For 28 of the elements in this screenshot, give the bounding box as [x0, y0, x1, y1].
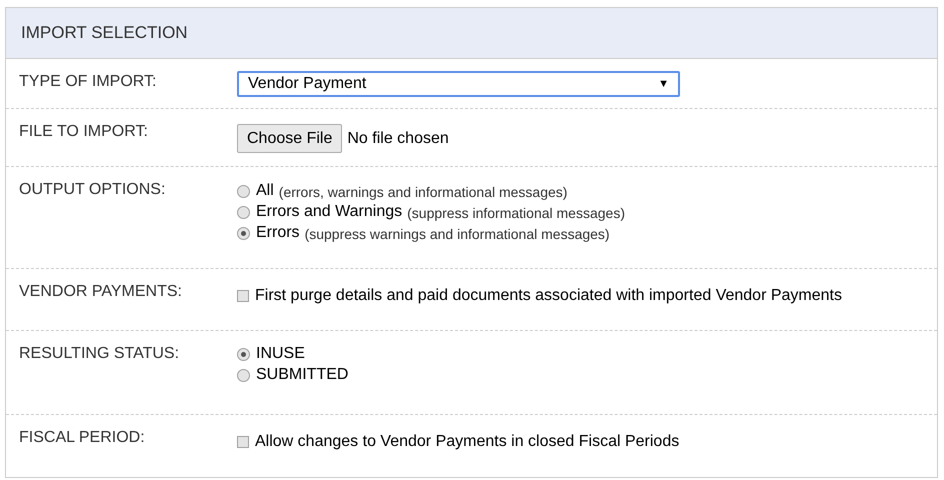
field-label: FILE TO IMPORT:: [19, 122, 149, 142]
type-dropdown[interactable]: Vendor Payment ▼: [237, 71, 680, 97]
checkbox-label: First purge details and paid documents associated with imported Vendor Payments: [255, 286, 842, 306]
radio-button[interactable]: [237, 206, 250, 219]
option-note: (suppress informational messages): [407, 204, 625, 223]
radio-button[interactable]: [237, 227, 250, 240]
option-label[interactable]: SUBMITTED: [256, 365, 348, 385]
checkbox[interactable]: [237, 290, 249, 302]
field-label: FISCAL PERIOD:: [19, 428, 146, 448]
dropdown-arrow-icon: ▼: [658, 76, 669, 92]
option-label[interactable]: INUSE: [256, 344, 305, 364]
panel-title: IMPORT SELECTION: [21, 22, 188, 44]
field-label: RESULTING STATUS:: [19, 344, 180, 364]
option-label[interactable]: Errors and Warnings: [256, 202, 402, 222]
option-label[interactable]: Errors: [256, 223, 300, 243]
radio-button[interactable]: [237, 369, 250, 382]
checkbox[interactable]: [237, 436, 249, 448]
file-status: No file chosen: [347, 128, 449, 148]
checkbox-label: Allow changes to Vendor Payments in closed Fiscal Periods: [255, 432, 680, 452]
option-note: (suppress warnings and informational messages): [304, 225, 610, 244]
field-label: TYPE OF IMPORT:: [19, 72, 158, 92]
choose-file-button[interactable]: Choose File: [237, 124, 342, 153]
option-label[interactable]: All: [256, 181, 274, 201]
option-note: (errors, warnings and informational messages): [278, 183, 568, 202]
field-label: OUTPUT OPTIONS:: [19, 180, 166, 200]
radio-button[interactable]: [237, 348, 250, 361]
field-label: VENDOR PAYMENTS:: [19, 282, 183, 302]
radio-button[interactable]: [237, 185, 250, 198]
